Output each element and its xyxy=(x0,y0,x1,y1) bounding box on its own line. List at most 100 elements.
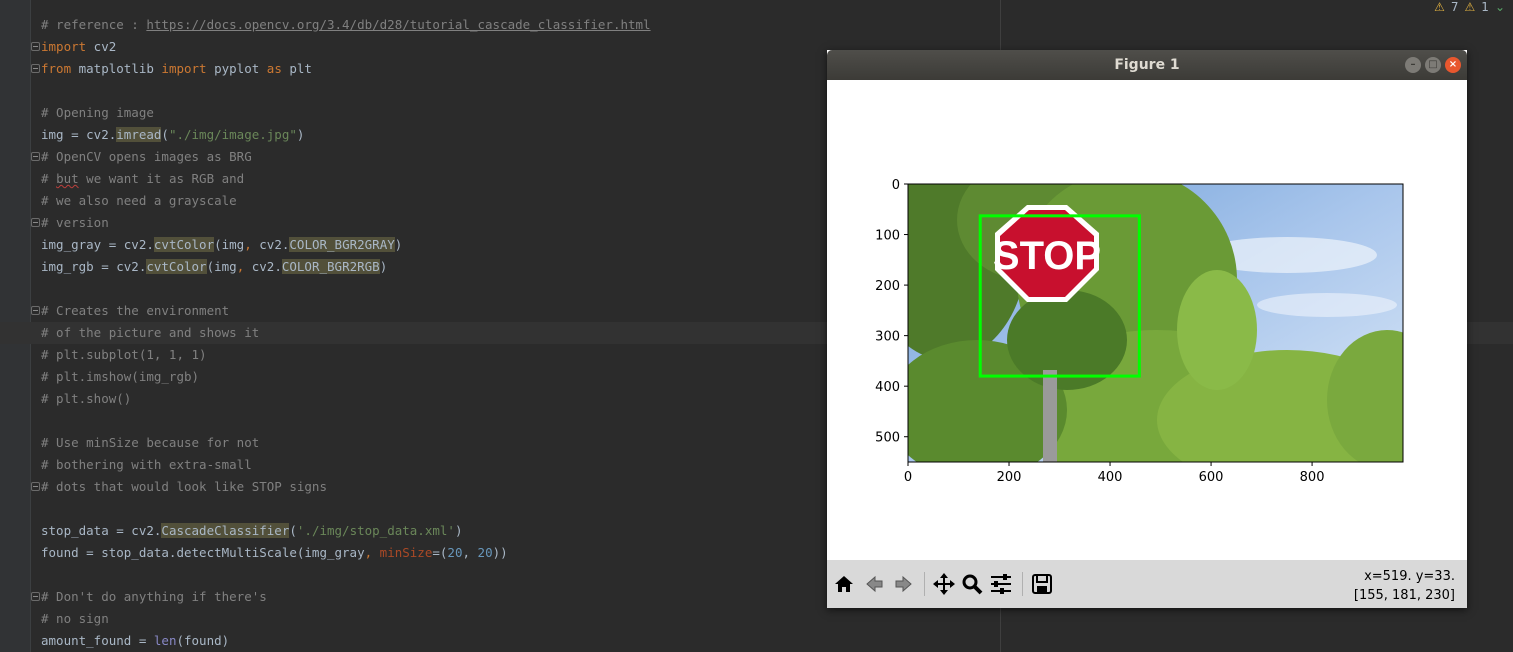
code-line[interactable]: # no sign xyxy=(41,608,651,630)
code-token: # of the picture and shows it xyxy=(41,325,260,340)
home-icon[interactable] xyxy=(830,570,858,598)
chevron-icon: ⌄ xyxy=(1494,0,1505,14)
code-token: found = stop_data.detectMultiScale(img_g… xyxy=(41,545,365,560)
fold-marker[interactable] xyxy=(31,306,40,315)
fold-marker[interactable] xyxy=(31,152,40,161)
cursor-xy: x=519. y=33. xyxy=(1364,569,1455,584)
code-token: , xyxy=(364,545,373,560)
code-line[interactable]: # we also need a grayscale xyxy=(41,190,651,212)
code-line[interactable]: # Opening image xyxy=(41,102,651,124)
code-token: minSize xyxy=(379,545,433,560)
code-line[interactable]: amount_found = len(found) xyxy=(41,630,651,652)
zoom-icon[interactable] xyxy=(958,570,986,598)
fold-marker[interactable] xyxy=(31,592,40,601)
code-token: # plt.subplot(1, 1, 1) xyxy=(41,347,207,362)
close-button[interactable]: × xyxy=(1445,57,1461,73)
code-token: len xyxy=(153,633,177,648)
x-tick-label: 600 xyxy=(1199,470,1224,485)
x-tick-label: 0 xyxy=(904,470,912,485)
code-token: as xyxy=(266,61,282,76)
code-line[interactable]: # bothering with extra-small xyxy=(41,454,651,476)
code-line[interactable]: from matplotlib import pyplot as plt xyxy=(41,58,651,80)
code-line[interactable]: found = stop_data.detectMultiScale(img_g… xyxy=(41,542,651,564)
code-token: stop_data = cv2. xyxy=(41,523,162,538)
code-token: img = cv2. xyxy=(41,127,117,142)
cursor-readout: x=519. y=33. [155, 181, 230] xyxy=(1354,567,1455,605)
code-line[interactable]: # Creates the environment xyxy=(41,300,651,322)
code-line[interactable] xyxy=(41,80,651,102)
x-axis: 0 200 400 600 800 xyxy=(904,462,1325,485)
code-token: # plt.imshow(img_rgb) xyxy=(41,369,200,384)
code-token: CascadeClassifier xyxy=(161,523,290,538)
plot-svg: STOP 0 200 400 600 800 0 100 200 300 400 500 xyxy=(875,178,1404,485)
code-line[interactable]: # of the picture and shows it xyxy=(41,322,651,344)
code-token: imread xyxy=(116,127,162,142)
navigation-toolbar: x=519. y=33. [155, 181, 230] xyxy=(827,560,1467,608)
code-line[interactable]: import cv2 xyxy=(41,36,651,58)
x-tick-label: 800 xyxy=(1300,470,1325,485)
code-token: ) xyxy=(296,127,305,142)
code-token: # reference : xyxy=(41,17,147,32)
maximize-button[interactable]: □ xyxy=(1425,57,1441,73)
code-token: img_rgb = cv2. xyxy=(41,259,147,274)
code-token: plt xyxy=(281,61,312,76)
code-token: COLOR_BGR2GRAY xyxy=(289,237,395,252)
figure-canvas[interactable]: STOP 0 200 400 600 800 0 100 200 300 400 500 xyxy=(827,80,1467,560)
toolbar-separator xyxy=(1022,572,1023,596)
code-line[interactable]: # plt.subplot(1, 1, 1) xyxy=(41,344,651,366)
x-tick-label: 200 xyxy=(997,470,1022,485)
pan-icon[interactable] xyxy=(930,570,958,598)
code-line[interactable] xyxy=(41,410,651,432)
code-line[interactable]: # dots that would look like STOP signs xyxy=(41,476,651,498)
save-icon[interactable] xyxy=(1028,570,1056,598)
code-line[interactable]: # version xyxy=(41,212,651,234)
y-tick-label: 300 xyxy=(875,330,900,345)
code-token: # dots that would look like STOP signs xyxy=(41,479,327,494)
code-line[interactable]: img_rgb = cv2.cvtColor(img, cv2.COLOR_BG… xyxy=(41,256,651,278)
code-editor[interactable]: # reference : https://docs.opencv.org/3.… xyxy=(41,14,651,652)
code-token: # version xyxy=(41,215,109,230)
fold-marker[interactable] xyxy=(31,218,40,227)
code-line[interactable]: # plt.imshow(img_rgb) xyxy=(41,366,651,388)
fold-marker[interactable] xyxy=(31,42,40,51)
code-token: amount_found = xyxy=(41,633,154,648)
code-line[interactable] xyxy=(41,564,651,586)
code-line[interactable]: # plt.show() xyxy=(41,388,651,410)
code-token: we want it as RGB and xyxy=(78,171,245,186)
forward-icon[interactable] xyxy=(890,570,918,598)
code-token: ( xyxy=(161,127,169,142)
weak-warning-icon: ⚠ xyxy=(1464,0,1476,14)
warning-icon: ⚠ xyxy=(1434,0,1445,14)
y-axis: 0 100 200 300 400 500 xyxy=(875,178,908,446)
minimize-button[interactable]: – xyxy=(1405,57,1421,73)
code-token: # Opening image xyxy=(41,105,154,120)
fold-marker[interactable] xyxy=(31,482,40,491)
code-token: import xyxy=(41,39,87,54)
code-line[interactable]: img_gray = cv2.cvtColor(img, cv2.COLOR_B… xyxy=(41,234,651,256)
code-line[interactable] xyxy=(41,278,651,300)
code-token: , xyxy=(244,237,252,252)
code-token: # no sign xyxy=(41,611,109,626)
code-line[interactable]: # Use minSize because for not xyxy=(41,432,651,454)
code-line[interactable]: img = cv2.imread("./img/image.jpg") xyxy=(41,124,651,146)
configure-subplots-icon[interactable] xyxy=(987,570,1015,598)
fold-marker[interactable] xyxy=(31,64,40,73)
code-token: ) xyxy=(379,259,388,274)
code-line[interactable]: # but we want it as RGB and xyxy=(41,168,651,190)
code-line[interactable]: # Don't do anything if there's xyxy=(41,586,651,608)
code-line[interactable]: # reference : https://docs.opencv.org/3.… xyxy=(41,14,651,36)
code-line[interactable]: # OpenCV opens images as BRG xyxy=(41,146,651,168)
code-line[interactable]: stop_data = cv2.CascadeClassifier('./img… xyxy=(41,520,651,542)
y-tick-label: 400 xyxy=(875,380,900,395)
window-titlebar[interactable]: Figure 1 – □ × xyxy=(827,50,1467,80)
code-token: from xyxy=(41,61,72,76)
back-icon[interactable] xyxy=(860,570,888,598)
code-token: COLOR_BGR2RGB xyxy=(281,259,380,274)
figure-window[interactable]: Figure 1 – □ × STOP 0 200 400 600 800 0 … xyxy=(827,50,1467,608)
code-token: cvtColor xyxy=(153,237,215,252)
code-line[interactable] xyxy=(41,498,651,520)
inspection-widget[interactable]: ⚠ 7 ⚠ 1 ⌄ xyxy=(1434,0,1505,14)
code-token: (found) xyxy=(176,633,230,648)
code-token: ( xyxy=(289,523,297,538)
